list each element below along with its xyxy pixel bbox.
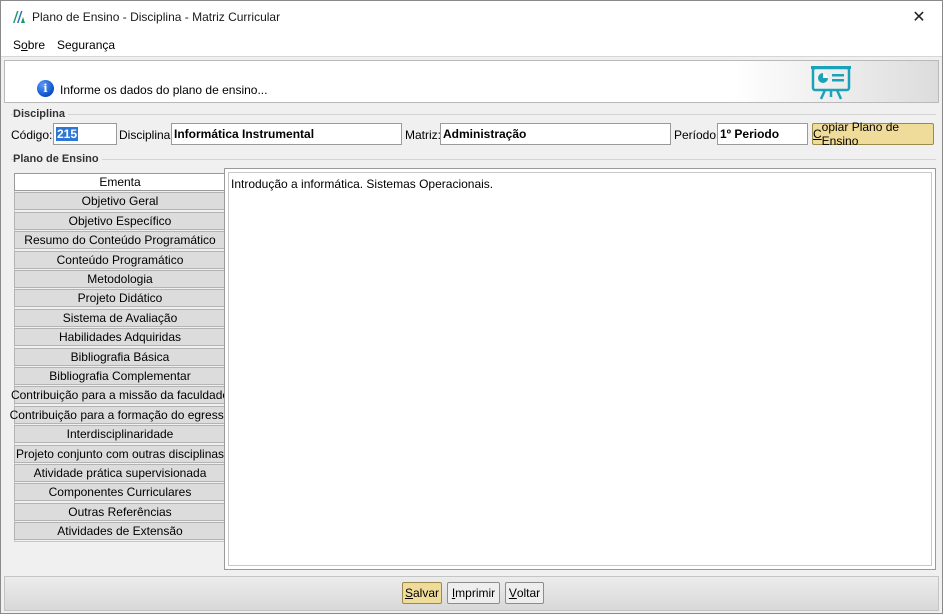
periodo-value: 1º Periodo xyxy=(720,127,780,141)
menu-sobre-mnemonic: o xyxy=(21,38,28,52)
title-bar: Plano de Ensino - Disciplina - Matriz Cu… xyxy=(1,1,942,33)
codigo-value: 215 xyxy=(56,127,79,141)
tab-outras-referencias[interactable]: Outras Referências xyxy=(14,502,226,521)
tab-contribuicao-para-a-formacao-do-egresso[interactable]: Contribuição para a formação do egresso xyxy=(10,405,230,424)
plano-group-line xyxy=(11,159,936,160)
matriz-value: Administração xyxy=(443,127,527,141)
print-button[interactable]: Imprimir xyxy=(447,582,500,604)
editor-frame: Introdução a informática. Sistemas Opera… xyxy=(224,168,936,570)
app-logo-icon xyxy=(13,11,25,23)
menu-sobre[interactable]: Sobre xyxy=(13,38,45,52)
tab-projeto-didatico[interactable]: Projeto Didático xyxy=(14,289,226,308)
tab-habilidades-adquiridas[interactable]: Habilidades Adquiridas xyxy=(14,328,226,347)
periodo-label: Período: xyxy=(674,128,720,142)
back-label: oltar xyxy=(516,586,541,600)
codigo-field[interactable]: 215 xyxy=(53,123,117,145)
matriz-label: Matriz: xyxy=(405,128,441,142)
tab-bibliografia-complementar[interactable]: Bibliografia Complementar xyxy=(14,367,226,385)
banner-message: Informe os dados do plano de ensino... xyxy=(60,83,268,97)
print-label: mprimir xyxy=(455,586,496,600)
matriz-field[interactable]: Administração xyxy=(440,123,671,145)
save-button[interactable]: Salvar xyxy=(402,582,442,604)
tab-resumo-do-conteudo-programatico[interactable]: Resumo do Conteúdo Programático xyxy=(14,231,226,250)
info-glyph: i xyxy=(43,82,48,95)
back-button[interactable]: Voltar xyxy=(505,582,544,604)
tab-objetivo-especifico[interactable]: Objetivo Específico xyxy=(14,211,226,230)
menu-sobre-label-b: bre xyxy=(27,38,46,52)
menu-seguranca[interactable]: Segurança xyxy=(57,38,115,52)
copy-plan-button[interactable]: Copiar Plano de Ensino xyxy=(812,120,934,148)
tab-objetivo-geral[interactable]: Objetivo Geral xyxy=(14,192,226,211)
disciplina-group-line xyxy=(11,114,936,115)
disciplina-field[interactable]: Informática Instrumental xyxy=(171,123,402,145)
close-icon: ✕ xyxy=(912,9,926,26)
close-button[interactable]: ✕ xyxy=(896,1,942,33)
window-title: Plano de Ensino - Disciplina - Matriz Cu… xyxy=(32,10,281,24)
copy-plan-mnemonic: C xyxy=(813,127,822,141)
tab-contribuicao-para-a-missao-da-faculdade[interactable]: Contribuição para a missão da faculdade xyxy=(11,386,229,405)
tab-atividades-de-extensao[interactable]: Atividades de Extensão xyxy=(14,522,226,541)
plano-group-title: Plano de Ensino xyxy=(13,153,102,165)
info-icon: i xyxy=(37,80,54,97)
copy-plan-label: opiar Plano de Ensino xyxy=(821,120,900,148)
codigo-label: Código: xyxy=(11,128,53,142)
editor-text: Introdução a informática. Sistemas Opera… xyxy=(231,177,494,191)
tab-interdisciplinaridade[interactable]: Interdisciplinaridade xyxy=(14,425,226,444)
presentation-board-icon xyxy=(811,66,851,100)
save-label: alvar xyxy=(413,586,440,600)
tab-atividade-pratica-supervisionada[interactable]: Atividade prática supervisionada xyxy=(14,464,226,482)
main-window: Plano de Ensino - Disciplina - Matriz Cu… xyxy=(0,0,943,614)
periodo-field[interactable]: 1º Periodo xyxy=(717,123,808,145)
tab-componentes-curriculares[interactable]: Componentes Curriculares xyxy=(14,483,226,502)
menu-sobre-label-a: S xyxy=(13,38,22,52)
tab-bibliografia-basica[interactable]: Bibliografia Básica xyxy=(14,347,226,366)
menu-seguranca-label: Segurança xyxy=(57,38,116,52)
menu-bar: Sobre Segurança xyxy=(1,33,942,57)
tab-sistema-de-avaliacao[interactable]: Sistema de Avaliação xyxy=(14,308,226,327)
info-banner: i Informe os dados do plano de ensino... xyxy=(4,60,939,103)
disciplina-group-title: Disciplina xyxy=(13,108,68,120)
save-mnemonic: S xyxy=(404,586,413,600)
back-mnemonic: V xyxy=(508,586,517,600)
tab-conteudo-programatico[interactable]: Conteúdo Programático xyxy=(14,250,226,269)
tab-metodologia[interactable]: Metodologia xyxy=(14,270,226,288)
disciplina-value: Informática Instrumental xyxy=(174,127,315,141)
tab-ementa[interactable]: Ementa xyxy=(14,173,226,191)
tab-projeto-conjunto-com-outras-disciplinas[interactable]: Projeto conjunto com outras disciplinas xyxy=(14,444,226,463)
disciplina-label: Disciplina: xyxy=(119,128,174,142)
ementa-editor[interactable]: Introdução a informática. Sistemas Opera… xyxy=(228,172,932,566)
